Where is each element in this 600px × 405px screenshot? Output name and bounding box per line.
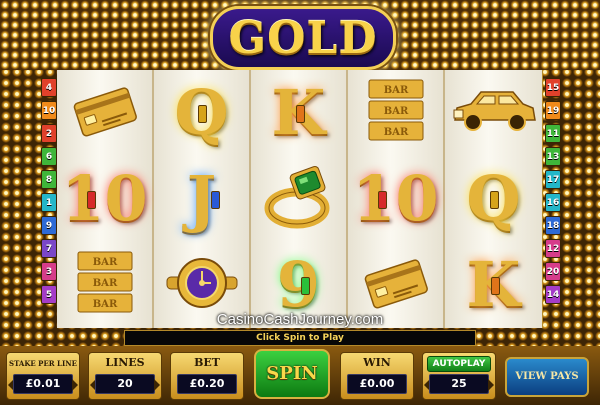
- car-icon: [451, 86, 537, 140]
- game-logo: GOLD: [210, 6, 396, 70]
- reel-cell: J: [154, 156, 249, 242]
- symbol-q: Q: [174, 82, 228, 144]
- payline-indicator[interactable]: 5: [41, 285, 57, 304]
- autoplay-value: 25: [429, 374, 489, 394]
- payline-indicator[interactable]: 12: [545, 239, 561, 258]
- stake-label: STAKE PER LINE: [9, 359, 77, 368]
- symbol-10: 10: [352, 162, 439, 235]
- reel-cell: 10: [57, 156, 152, 242]
- reel-1: 10 BAR BAR BAR: [57, 70, 154, 328]
- payline-indicator[interactable]: 14: [545, 285, 561, 304]
- win-label: WIN: [363, 356, 391, 369]
- view-pays-button[interactable]: VIEW PAYS: [505, 357, 589, 397]
- svg-text:BAR: BAR: [383, 127, 408, 138]
- payline-indicator[interactable]: 17: [545, 170, 561, 189]
- reel-2: QJ: [154, 70, 251, 328]
- bars-icon: BAR BAR BAR: [365, 78, 427, 148]
- spin-button[interactable]: SPIN: [254, 349, 330, 399]
- svg-text:BAR: BAR: [383, 85, 408, 96]
- symbol-j: J: [187, 168, 220, 230]
- game-title: GOLD: [228, 12, 378, 64]
- payline-indicator[interactable]: 4: [41, 78, 57, 97]
- gem-icon: [490, 191, 500, 209]
- gem-icon: [210, 191, 220, 209]
- stake-per-line-panel: STAKE PER LINE £0.01: [6, 352, 80, 400]
- payline-indicator[interactable]: 19: [545, 101, 561, 120]
- reel-cell: BAR BAR BAR: [348, 70, 443, 156]
- win-value: £0.00: [347, 374, 407, 394]
- payline-indicator[interactable]: 3: [41, 262, 57, 281]
- reel-4: BAR BAR BAR 10: [348, 70, 445, 328]
- reel-cell: [57, 70, 152, 156]
- gem-icon: [490, 277, 500, 295]
- message-bar: Click Spin to Play: [124, 330, 476, 346]
- symbol-q: Q: [466, 168, 520, 230]
- payline-indicator[interactable]: 20: [545, 262, 561, 281]
- watermark: CasinoCashJourney.com: [216, 311, 384, 328]
- stake-value: £0.01: [13, 374, 73, 394]
- payline-indicator[interactable]: 7: [41, 239, 57, 258]
- payline-indicator[interactable]: 6: [41, 147, 57, 166]
- svg-text:BAR: BAR: [92, 257, 117, 268]
- reel-grid: 10BARBARBARQJK9BARBARBAR10QK: [57, 70, 543, 328]
- reel-cell: Q: [154, 70, 249, 156]
- payline-indicator[interactable]: 2: [41, 124, 57, 143]
- svg-text:BAR: BAR: [92, 299, 117, 310]
- reel-cell: [251, 156, 346, 242]
- lines-increase-button[interactable]: [154, 379, 160, 391]
- stake-increase-button[interactable]: [72, 379, 78, 391]
- gem-icon: [295, 105, 305, 123]
- payline-indicator[interactable]: 18: [545, 216, 561, 235]
- symbol-10: 10: [61, 162, 148, 235]
- card-icon: [362, 255, 430, 315]
- payline-indicator[interactable]: 9: [41, 216, 57, 235]
- reel-cell: [445, 70, 542, 156]
- autoplay-button[interactable]: AUTOPLAY: [427, 356, 491, 372]
- gem-icon: [198, 105, 208, 123]
- reel-cell: K: [251, 70, 346, 156]
- symbol-9: 9: [276, 248, 321, 321]
- payline-indicator[interactable]: 13: [545, 147, 561, 166]
- payline-indicator[interactable]: 10: [41, 101, 57, 120]
- gem-icon: [87, 191, 97, 209]
- svg-text:BAR: BAR: [383, 106, 408, 117]
- left-payline-indicators: 4 10 2 6 8 1 9 7 3 5: [41, 78, 57, 304]
- reel-3: K9: [251, 70, 348, 328]
- card-icon: [71, 83, 139, 143]
- ring-icon: [263, 164, 335, 234]
- symbol-k: K: [272, 82, 326, 144]
- symbol-k: K: [467, 254, 521, 316]
- payline-indicator[interactable]: 15: [545, 78, 561, 97]
- bet-label: BET: [194, 356, 220, 369]
- payline-indicator[interactable]: 11: [545, 124, 561, 143]
- gem-icon: [378, 191, 388, 209]
- autoplay-increase-button[interactable]: [488, 379, 494, 391]
- bars-icon: BAR BAR BAR: [74, 250, 136, 320]
- watch-icon: [165, 251, 239, 319]
- lines-panel: LINES 20: [88, 352, 162, 400]
- win-panel: WIN £0.00: [340, 352, 414, 400]
- payline-indicator[interactable]: 16: [545, 193, 561, 212]
- bet-value: £0.20: [177, 374, 237, 394]
- bet-panel: BET £0.20: [170, 352, 244, 400]
- payline-indicator[interactable]: 8: [41, 170, 57, 189]
- right-payline-indicators: 15 19 11 13 17 16 18 12 20 14: [545, 78, 561, 304]
- autoplay-panel: AUTOPLAY 25: [422, 352, 496, 400]
- lines-value: 20: [95, 374, 155, 394]
- lines-label: LINES: [105, 356, 145, 369]
- gem-icon: [300, 277, 310, 295]
- payline-indicator[interactable]: 1: [41, 193, 57, 212]
- reel-5: QK: [445, 70, 542, 328]
- reel-cell: 10: [348, 156, 443, 242]
- svg-text:BAR: BAR: [92, 278, 117, 289]
- reel-cell: Q: [445, 156, 542, 242]
